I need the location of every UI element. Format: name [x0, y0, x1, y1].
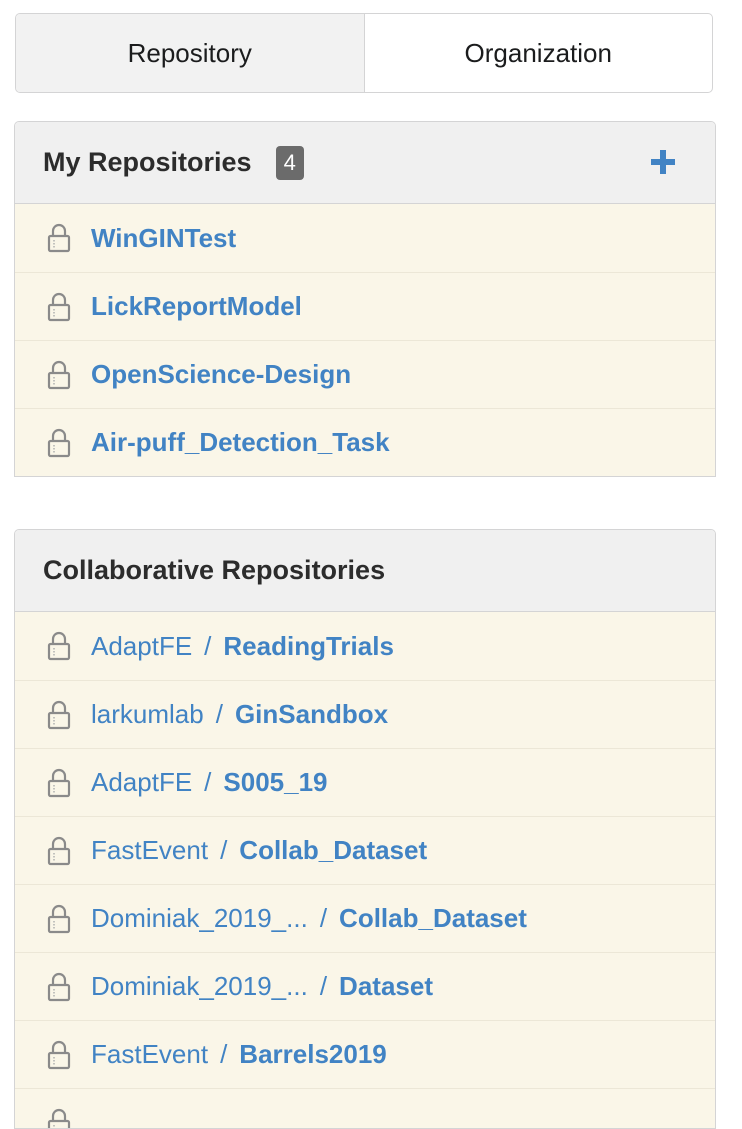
repo-link[interactable]: Air-puff_Detection_Task — [91, 427, 390, 458]
repo-row[interactable]: FastEvent / Barrels2019 — [15, 1020, 715, 1088]
view-tabs: Repository Organization — [15, 13, 713, 93]
collaborative-repositories-list: AdaptFE / ReadingTrials larkumlab / GinSandbo… — [15, 612, 715, 1129]
repo-row[interactable]: FastEvent / Collab_Dataset — [15, 816, 715, 884]
path-separator: / — [220, 1039, 227, 1070]
repo-link[interactable]: GinSandbox — [235, 699, 388, 730]
repo-row[interactable]: Dominiak_2019_... / Dataset — [15, 952, 715, 1020]
path-separator: / — [216, 699, 223, 730]
collaborative-repositories-header: Collaborative Repositories — [15, 530, 715, 612]
repo-link[interactable]: OpenScience-Design — [91, 359, 351, 390]
lock-icon — [47, 360, 71, 390]
my-repositories-header: My Repositories 4 — [15, 122, 715, 204]
repo-row[interactable]: larkumlab / GinSandbox — [15, 680, 715, 748]
repo-owner-link[interactable]: larkumlab — [91, 699, 204, 730]
repo-link[interactable]: ReadingTrials — [223, 631, 394, 662]
repo-row[interactable]: AdaptFE / S005_19 — [15, 748, 715, 816]
repo-link[interactable]: S005_19 — [223, 767, 327, 798]
repo-link[interactable]: Dataset — [339, 971, 433, 1002]
repo-row[interactable]: Dominiak_2019_... / Collab_Dataset — [15, 884, 715, 952]
repo-count-badge: 4 — [276, 146, 304, 180]
path-separator: / — [320, 903, 327, 934]
lock-icon — [47, 428, 71, 458]
repo-row[interactable]: AdaptFE / ReadingTrials — [15, 612, 715, 680]
repo-owner-link[interactable]: Dominiak_2019_... — [91, 903, 308, 934]
tab-organization[interactable]: Organization — [364, 14, 713, 92]
repo-owner-link[interactable]: FastEvent — [91, 835, 208, 866]
my-repositories-list: WinGINTest LickReportModel OpenScience-Des… — [15, 204, 715, 476]
repo-row-partial[interactable] — [15, 1088, 715, 1129]
repo-row[interactable]: Air-puff_Detection_Task — [15, 408, 715, 476]
repo-row[interactable]: WinGINTest — [15, 204, 715, 272]
lock-icon — [47, 768, 71, 798]
repo-row[interactable]: OpenScience-Design — [15, 340, 715, 408]
repo-owner-link[interactable]: AdaptFE — [91, 631, 192, 662]
lock-icon — [47, 1040, 71, 1070]
lock-icon — [47, 836, 71, 866]
path-separator: / — [204, 631, 211, 662]
collaborative-repositories-panel: Collaborative Repositories AdaptFE / Readi… — [14, 529, 716, 1129]
lock-icon — [47, 631, 71, 661]
repo-link[interactable]: Barrels2019 — [239, 1039, 386, 1070]
path-separator: / — [204, 767, 211, 798]
lock-icon — [47, 223, 71, 253]
my-repositories-panel: My Repositories 4 WinGINTest LickReportMo… — [14, 121, 716, 477]
repo-link[interactable]: WinGINTest — [91, 223, 236, 254]
repo-row[interactable]: LickReportModel — [15, 272, 715, 340]
path-separator: / — [220, 835, 227, 866]
repo-owner-link[interactable]: FastEvent — [91, 1039, 208, 1070]
lock-icon — [47, 700, 71, 730]
lock-icon — [47, 1108, 71, 1129]
lock-icon — [47, 972, 71, 1002]
repo-owner-link[interactable]: Dominiak_2019_... — [91, 971, 308, 1002]
plus-icon[interactable] — [649, 148, 677, 176]
repo-link[interactable]: Collab_Dataset — [339, 903, 527, 934]
lock-icon — [47, 904, 71, 934]
path-separator: / — [320, 971, 327, 1002]
repo-link[interactable]: LickReportModel — [91, 291, 302, 322]
my-repositories-title: My Repositories — [43, 147, 252, 178]
repo-link[interactable]: Collab_Dataset — [239, 835, 427, 866]
repo-owner-link[interactable]: AdaptFE — [91, 767, 192, 798]
collaborative-repositories-title: Collaborative Repositories — [43, 555, 385, 586]
tab-repository[interactable]: Repository — [16, 14, 364, 92]
lock-icon — [47, 292, 71, 322]
